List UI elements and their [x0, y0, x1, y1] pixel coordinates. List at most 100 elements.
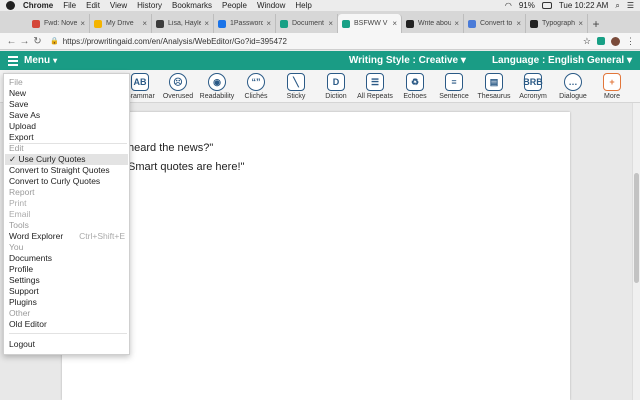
close-icon[interactable]: × [80, 19, 85, 28]
menu-item-convert-straight-quotes[interactable]: Convert to Straight Quotes [9, 165, 127, 176]
menubar-bookmarks[interactable]: Bookmarks [172, 1, 212, 10]
chevron-down-icon[interactable]: ▾ [53, 56, 57, 65]
menubar-status-area: ◠ 91% Tue 10:22 AM ⌕ ☰ [505, 1, 634, 11]
scrollbar-thumb[interactable] [634, 173, 639, 283]
close-icon[interactable]: × [142, 19, 147, 28]
menu-item-settings[interactable]: Settings [9, 275, 127, 286]
battery-percent: 91% [518, 1, 535, 10]
close-icon[interactable]: × [392, 19, 397, 28]
clock[interactable]: Tue 10:22 AM [559, 1, 609, 10]
cliches-tool[interactable]: “” Clichés [234, 73, 278, 100]
close-icon[interactable]: × [454, 19, 459, 28]
browser-tab-strip: Fwd: Nove × My Drive × Lisa, Hayle × 1Pa… [0, 11, 640, 33]
close-icon[interactable]: × [204, 19, 209, 28]
diction-tool[interactable]: D Diction [314, 73, 358, 100]
menu-item-profile[interactable]: Profile [9, 264, 127, 275]
header-selectors: Writing Style : Creative ▾ Language : En… [349, 55, 632, 66]
reload-icon[interactable]: ↻ [31, 36, 44, 47]
menu-item-word-explorer[interactable]: Word Explorer Ctrl+Shift+E [9, 231, 127, 242]
all-repeats-tool[interactable]: ☰ All Repeats [353, 73, 397, 100]
forward-arrow-icon[interactable]: → [18, 36, 31, 47]
menubar-help[interactable]: Help [295, 1, 311, 10]
search-icon[interactable]: ⌕ [615, 1, 619, 11]
menu-item-use-curly-quotes[interactable]: ✓ Use Curly Quotes [5, 154, 128, 165]
menubar-history[interactable]: History [137, 1, 162, 10]
notification-center-icon[interactable]: ☰ [627, 1, 634, 10]
more-options-icon[interactable]: ⋮ [626, 36, 635, 47]
chevron-down-icon: ▾ [626, 55, 632, 66]
scrollbar[interactable] [632, 103, 640, 400]
menu-item-print[interactable]: Print [9, 198, 127, 209]
browser-tab[interactable]: Typograph × [526, 14, 588, 33]
menubar-edit[interactable]: Edit [86, 1, 100, 10]
sentence-tool[interactable]: ≡ Sentence [432, 73, 476, 100]
browser-tab[interactable]: Document × [276, 14, 338, 33]
browser-tab-active[interactable]: BSFWW V × [338, 14, 402, 33]
browser-tab[interactable]: Lisa, Hayle × [152, 14, 214, 33]
dialogue-tool[interactable]: … Dialogue [551, 73, 595, 100]
tool-label: Readability [199, 93, 235, 100]
menu-item-save-as[interactable]: Save As [9, 110, 127, 121]
url-text[interactable]: https://prowritingaid.com/en/Analysis/We… [63, 37, 287, 46]
close-icon[interactable]: × [578, 19, 583, 28]
menu-item-export[interactable]: Export [9, 132, 127, 143]
browser-tab[interactable]: My Drive × [90, 14, 152, 33]
writing-style-select[interactable]: Writing Style : Creative ▾ [349, 55, 466, 66]
browser-tab[interactable]: 1Password × [214, 14, 276, 33]
close-icon[interactable]: × [516, 19, 521, 28]
back-arrow-icon[interactable]: ← [5, 36, 18, 47]
menubar-window[interactable]: Window [257, 1, 285, 10]
apple-icon[interactable] [6, 1, 15, 10]
menu-item-support[interactable]: Support [9, 286, 127, 297]
sticky-tool[interactable]: ╲ Sticky [274, 73, 318, 100]
menu-item-plugins[interactable]: Plugins [9, 297, 127, 308]
menu-item-upload[interactable]: Upload [9, 121, 127, 132]
chevron-down-icon: ▾ [460, 55, 466, 66]
readability-tool[interactable]: ◉ Readability [195, 73, 239, 100]
menubar-file[interactable]: File [63, 1, 76, 10]
tool-label: Thesaurus [477, 93, 511, 100]
browser-toolbar: ← → ↻ 🔒 https://prowritingaid.com/en/Ana… [0, 33, 640, 50]
lock-icon: 🔒 [50, 38, 59, 45]
gmail-icon [32, 19, 40, 28]
overused-tool[interactable]: ☹ Overused [156, 73, 200, 100]
more-tool[interactable]: + More [590, 73, 634, 100]
acronym-tool[interactable]: BRB Acronym [511, 73, 555, 100]
battery-icon[interactable] [541, 2, 552, 9]
echoes-tool[interactable]: ♻ Echoes [393, 73, 437, 100]
browser-tab[interactable]: Convert to × [464, 14, 526, 33]
wifi-icon[interactable]: ◠ [505, 1, 512, 10]
close-icon[interactable]: × [266, 19, 271, 28]
editor-text-line[interactable]: Smart quotes are here!" [128, 161, 244, 173]
document-editor[interactable]: heard the news?" Smart quotes are here!" [62, 112, 570, 400]
bookmark-star-icon[interactable]: ☆ [583, 36, 591, 47]
tool-label: Diction [325, 93, 347, 100]
editor-text-line[interactable]: heard the news?" [128, 142, 213, 154]
menu-button[interactable]: Menu [24, 55, 50, 66]
menu-item-new[interactable]: New [9, 88, 127, 99]
acronym-icon: BRB [523, 73, 543, 91]
menubar-view[interactable]: View [110, 1, 127, 10]
menu-item-old-editor[interactable]: Old Editor [9, 319, 127, 330]
menubar-people[interactable]: People [222, 1, 247, 10]
close-icon[interactable]: × [328, 19, 333, 28]
tool-label: All Repeats [357, 93, 393, 100]
menu-item-email[interactable]: Email [9, 209, 127, 220]
menubar-app-name[interactable]: Chrome [23, 1, 53, 10]
browser-tab[interactable]: Write abou × [402, 14, 464, 33]
tab-title: My Drive [106, 20, 134, 27]
address-bar[interactable]: 🔒 https://prowritingaid.com/en/Analysis/… [50, 37, 583, 46]
eye-icon: ◉ [208, 73, 226, 91]
new-tab-button[interactable]: + [588, 14, 604, 33]
extension-icon[interactable] [597, 37, 605, 45]
menu-item-convert-curly-quotes[interactable]: Convert to Curly Quotes [9, 176, 127, 187]
app-header: Menu ▾ Writing Style : Creative ▾ Langua… [0, 51, 640, 70]
menu-item-save[interactable]: Save [9, 99, 127, 110]
menu-logo-icon[interactable] [8, 55, 18, 66]
thesaurus-tool[interactable]: ▤ Thesaurus [472, 73, 516, 100]
profile-avatar[interactable] [611, 36, 620, 46]
menu-item-logout[interactable]: Logout [9, 339, 127, 350]
language-select[interactable]: Language : English General ▾ [492, 55, 632, 66]
menu-item-documents[interactable]: Documents [9, 253, 127, 264]
browser-tab[interactable]: Fwd: Nove × [28, 14, 90, 33]
